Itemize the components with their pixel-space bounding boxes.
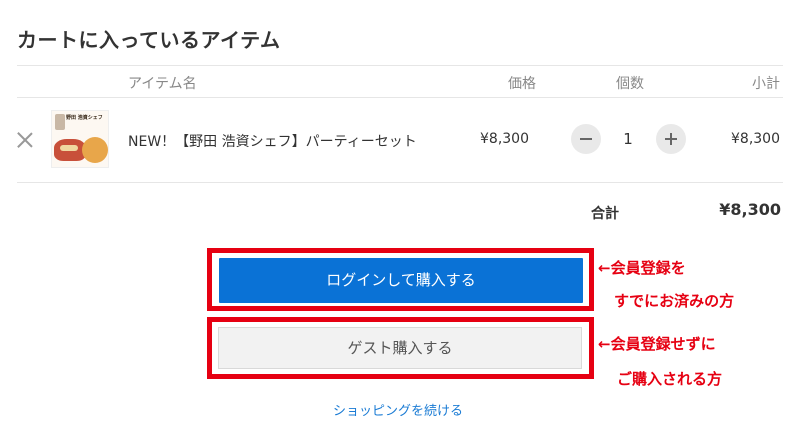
item-thumbnail[interactable]: 野田 浩資シェフ (51, 110, 109, 168)
item-subtotal: ¥8,300 (731, 131, 780, 147)
divider (17, 97, 783, 98)
increase-quantity-button[interactable] (656, 124, 686, 154)
thumbnail-caption: 野田 浩資シェフ (66, 115, 103, 121)
annotation-guest-line1: ←会員登録せずに (598, 335, 716, 353)
login-purchase-button[interactable]: ログインして購入する (219, 258, 583, 303)
total-value: ¥8,300 (719, 200, 781, 219)
pizza-image (82, 137, 108, 163)
guest-purchase-button[interactable]: ゲスト購入する (218, 327, 582, 369)
remove-item-icon[interactable] (17, 132, 33, 148)
annotation-guest-line2: ご購入される方 (617, 370, 723, 388)
total-label: 合計 (591, 206, 619, 222)
column-header-price: 価格 (508, 76, 536, 92)
item-name-link[interactable]: NEW！【野田 浩資シェフ】パーティーセット (128, 131, 417, 151)
column-header-item: アイテム名 (128, 76, 197, 92)
decrease-quantity-button[interactable] (571, 124, 601, 154)
divider (17, 182, 783, 183)
divider (17, 65, 783, 66)
column-header-subtotal: 小計 (752, 76, 780, 92)
continue-shopping-link[interactable]: ショッピングを続ける (333, 400, 463, 419)
annotation-login-line1: ←会員登録を (598, 259, 686, 277)
quantity-value[interactable]: 1 (610, 130, 646, 148)
chef-photo (55, 114, 65, 130)
annotation-login-line2: すでにお済みの方 (614, 292, 735, 310)
column-header-quantity: 個数 (616, 76, 644, 92)
item-price: ¥8,300 (480, 131, 529, 147)
food-image (60, 145, 78, 151)
page-title: カートに入っているアイテム (17, 28, 281, 52)
